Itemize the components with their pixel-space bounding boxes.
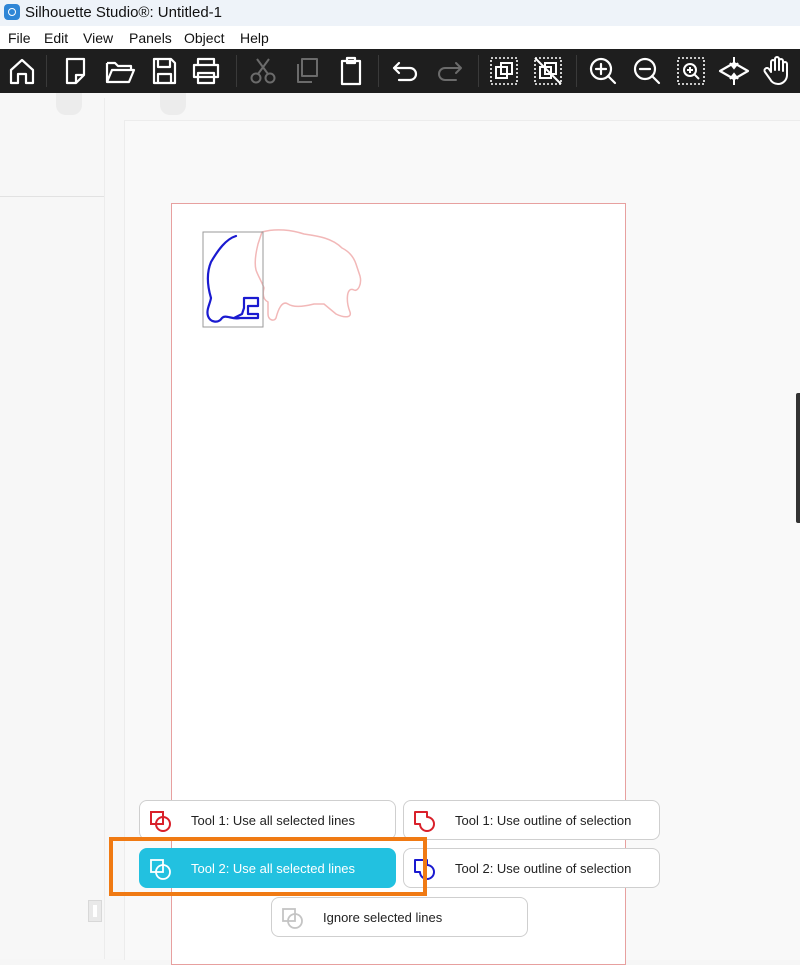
- menu-bar: File Edit View Panels Object Help: [0, 26, 800, 49]
- cut-icon: [245, 54, 281, 88]
- print-icon[interactable]: [188, 54, 224, 88]
- ungroup-icon[interactable]: [530, 54, 566, 88]
- tool1-all-lines-button[interactable]: Tool 1: Use all selected lines: [139, 800, 396, 840]
- trace-drawing[interactable]: [196, 226, 376, 336]
- drawn-line: [206, 234, 260, 323]
- silhouette-app-icon: [4, 4, 20, 20]
- tool2-all-lines-label: Tool 2: Use all selected lines: [191, 861, 356, 876]
- main-toolbar: [0, 49, 800, 93]
- menu-file[interactable]: File: [8, 30, 31, 46]
- tool2-outline-icon: [412, 857, 438, 881]
- menu-edit[interactable]: Edit: [44, 30, 68, 46]
- menu-help[interactable]: Help: [240, 30, 269, 46]
- group-icon[interactable]: [486, 54, 522, 88]
- window-title: Silhouette Studio®: Untitled-1: [25, 4, 222, 21]
- new-document-icon[interactable]: [57, 54, 93, 88]
- ignore-lines-button[interactable]: Ignore selected lines: [271, 897, 528, 937]
- scrollbar-thumb[interactable]: [796, 393, 800, 523]
- tool2-all-lines-icon: [148, 857, 174, 881]
- zoom-out-icon[interactable]: [629, 54, 665, 88]
- tool2-all-lines-button[interactable]: Tool 2: Use all selected lines: [139, 848, 396, 888]
- title-bar: Silhouette Studio®: Untitled-1: [0, 0, 800, 26]
- selection-box: [202, 231, 264, 328]
- tool1-outline-label: Tool 1: Use outline of selection: [455, 813, 632, 828]
- tool2-outline-button[interactable]: Tool 2: Use outline of selection: [403, 848, 660, 888]
- tool1-all-lines-icon: [148, 809, 174, 833]
- tool2-outline-label: Tool 2: Use outline of selection: [455, 861, 632, 876]
- ignore-lines-label: Ignore selected lines: [323, 910, 443, 925]
- home-icon[interactable]: [4, 54, 40, 88]
- tool1-outline-button[interactable]: Tool 1: Use outline of selection: [403, 800, 660, 840]
- tool1-outline-icon: [412, 809, 438, 833]
- tool1-all-lines-label: Tool 1: Use all selected lines: [191, 813, 356, 828]
- menu-object[interactable]: Object: [184, 30, 224, 46]
- zoom-in-icon[interactable]: [585, 54, 621, 88]
- ignore-lines-icon: [280, 906, 306, 930]
- save-icon[interactable]: [146, 54, 182, 88]
- workspace: [0, 93, 800, 965]
- menu-view[interactable]: View: [83, 30, 113, 46]
- menu-panels[interactable]: Panels: [129, 30, 172, 46]
- copy-icon: [289, 54, 325, 88]
- undo-icon[interactable]: [387, 54, 423, 88]
- fit-to-page-icon[interactable]: [716, 54, 752, 88]
- pan-hand-icon[interactable]: [760, 54, 796, 88]
- panel-collapse-handle[interactable]: [88, 900, 102, 922]
- paste-icon[interactable]: [333, 54, 369, 88]
- zoom-to-fit-icon[interactable]: [673, 54, 709, 88]
- open-folder-icon[interactable]: [102, 54, 138, 88]
- bear-outline: [254, 229, 362, 321]
- redo-icon: [432, 54, 468, 88]
